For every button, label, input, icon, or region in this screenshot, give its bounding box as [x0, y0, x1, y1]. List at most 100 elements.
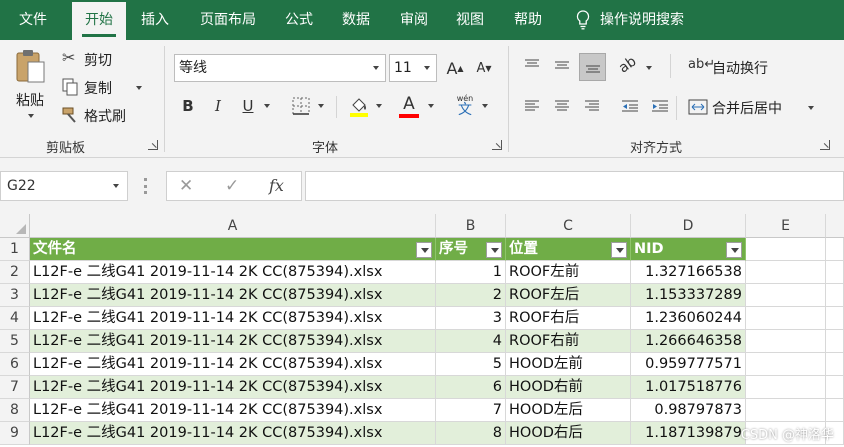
align-center-button[interactable] — [550, 94, 574, 118]
phonetic-button[interactable]: wén 文 — [454, 94, 476, 122]
select-all-button[interactable] — [0, 214, 30, 238]
row-header[interactable]: 6 — [0, 353, 30, 376]
chevron-down-icon[interactable] — [264, 104, 270, 108]
align-top-button[interactable] — [520, 53, 544, 77]
increase-indent-button[interactable] — [648, 94, 672, 118]
empty-cell[interactable] — [746, 284, 826, 307]
table-cell[interactable]: L12F-e 二线G41 2019-11-14 2K CC(875394).xl… — [30, 330, 436, 353]
table-cell[interactable]: 7 — [436, 399, 506, 422]
table-cell[interactable]: 1 — [436, 261, 506, 284]
empty-cell[interactable] — [826, 399, 844, 422]
cancel-icon[interactable]: ✕ — [179, 176, 193, 196]
row-header[interactable]: 5 — [0, 330, 30, 353]
empty-cell[interactable] — [746, 238, 826, 261]
cut-button[interactable]: ✂ 剪切 — [60, 48, 130, 70]
filter-dropdown-icon[interactable] — [611, 242, 627, 258]
empty-cell[interactable] — [826, 330, 844, 353]
filter-dropdown-icon[interactable] — [726, 242, 742, 258]
table-cell[interactable]: 4 — [436, 330, 506, 353]
table-header-cell[interactable]: 文件名 — [30, 238, 436, 261]
table-cell[interactable]: 1.236060244 — [631, 307, 746, 330]
table-cell[interactable]: 2 — [436, 284, 506, 307]
table-cell[interactable]: ROOF左前 — [506, 261, 631, 284]
filter-dropdown-icon[interactable] — [416, 242, 432, 258]
table-cell[interactable]: HOOD左后 — [506, 399, 631, 422]
column-header-f[interactable] — [826, 214, 844, 238]
column-header-b[interactable]: B — [436, 214, 506, 238]
chevron-down-icon[interactable] — [482, 104, 488, 108]
align-left-button[interactable] — [520, 94, 544, 118]
tab-formulas[interactable]: 公式 — [274, 0, 324, 40]
tab-review[interactable]: 审阅 — [388, 0, 440, 40]
row-header[interactable]: 9 — [0, 422, 30, 445]
borders-icon[interactable] — [292, 97, 310, 115]
table-header-cell[interactable]: 位置 — [506, 238, 631, 261]
chevron-down-icon[interactable] — [318, 104, 324, 108]
table-cell[interactable]: 8 — [436, 422, 506, 445]
decrease-indent-button[interactable] — [618, 94, 642, 118]
table-cell[interactable]: HOOD右前 — [506, 376, 631, 399]
table-cell[interactable]: 6 — [436, 376, 506, 399]
enter-icon[interactable]: ✓ — [225, 176, 239, 196]
tab-page-layout[interactable]: 页面布局 — [188, 0, 268, 40]
table-cell[interactable]: 0.98797873 — [631, 399, 746, 422]
column-header-c[interactable]: C — [506, 214, 631, 238]
row-header[interactable]: 1 — [0, 238, 30, 261]
font-size-combo[interactable]: 11 — [389, 54, 437, 82]
align-middle-button[interactable] — [550, 53, 574, 77]
table-cell[interactable]: 0.959777571 — [631, 353, 746, 376]
merge-center-button[interactable]: 合并后居中 — [686, 96, 818, 120]
table-cell[interactable]: 1.327166538 — [631, 261, 746, 284]
tab-help[interactable]: 帮助 — [502, 0, 554, 40]
row-header[interactable]: 8 — [0, 399, 30, 422]
tab-file[interactable]: 文件 — [4, 0, 62, 40]
table-cell[interactable]: L12F-e 二线G41 2019-11-14 2K CC(875394).xl… — [30, 399, 436, 422]
dialog-launcher-icon[interactable] — [820, 140, 830, 150]
splitter-handle[interactable] — [144, 178, 147, 194]
table-cell[interactable]: 1.017518776 — [631, 376, 746, 399]
fill-color-icon[interactable] — [349, 95, 369, 117]
table-cell[interactable]: 5 — [436, 353, 506, 376]
chevron-down-icon[interactable] — [428, 104, 434, 108]
empty-cell[interactable] — [746, 307, 826, 330]
dialog-launcher-icon[interactable] — [492, 140, 502, 150]
table-cell[interactable]: L12F-e 二线G41 2019-11-14 2K CC(875394).xl… — [30, 376, 436, 399]
empty-cell[interactable] — [746, 399, 826, 422]
table-cell[interactable]: 1.266646358 — [631, 330, 746, 353]
copy-button[interactable]: 复制 — [60, 76, 150, 98]
wrap-text-button[interactable]: ab↵ 自动换行 — [686, 56, 786, 80]
align-right-button[interactable] — [580, 94, 604, 118]
empty-cell[interactable] — [746, 261, 826, 284]
table-cell[interactable]: ROOF右前 — [506, 330, 631, 353]
filter-dropdown-icon[interactable] — [486, 242, 502, 258]
table-cell[interactable]: ROOF左后 — [506, 284, 631, 307]
tell-me-search[interactable]: 操作说明搜索 — [600, 0, 710, 40]
row-header[interactable]: 3 — [0, 284, 30, 307]
tab-data[interactable]: 数据 — [330, 0, 382, 40]
tab-view[interactable]: 视图 — [444, 0, 496, 40]
orientation-button[interactable]: ab — [616, 53, 640, 77]
dialog-launcher-icon[interactable] — [148, 140, 158, 150]
table-cell[interactable]: ROOF右后 — [506, 307, 631, 330]
empty-cell[interactable] — [826, 307, 844, 330]
table-cell[interactable]: L12F-e 二线G41 2019-11-14 2K CC(875394).xl… — [30, 353, 436, 376]
empty-cell[interactable] — [826, 376, 844, 399]
font-color-button[interactable]: A — [397, 92, 421, 116]
table-cell[interactable]: L12F-e 二线G41 2019-11-14 2K CC(875394).xl… — [30, 307, 436, 330]
grow-font-button[interactable]: A ▲ — [443, 56, 467, 80]
format-painter-button[interactable]: 格式刷 — [60, 104, 140, 126]
empty-cell[interactable] — [826, 284, 844, 307]
column-header-d[interactable]: D — [631, 214, 746, 238]
font-name-combo[interactable]: 等线 — [174, 54, 386, 82]
chevron-down-icon[interactable] — [646, 66, 652, 70]
row-header[interactable]: 2 — [0, 261, 30, 284]
table-cell[interactable]: L12F-e 二线G41 2019-11-14 2K CC(875394).xl… — [30, 261, 436, 284]
empty-cell[interactable] — [746, 353, 826, 376]
underline-button[interactable]: U — [236, 94, 260, 118]
table-cell[interactable]: HOOD左前 — [506, 353, 631, 376]
table-cell[interactable]: 1.187139879 — [631, 422, 746, 445]
empty-cell[interactable] — [746, 330, 826, 353]
name-box[interactable]: G22 — [0, 171, 128, 201]
italic-button[interactable]: I — [206, 94, 230, 118]
shrink-font-button[interactable]: A ▼ — [472, 56, 496, 80]
